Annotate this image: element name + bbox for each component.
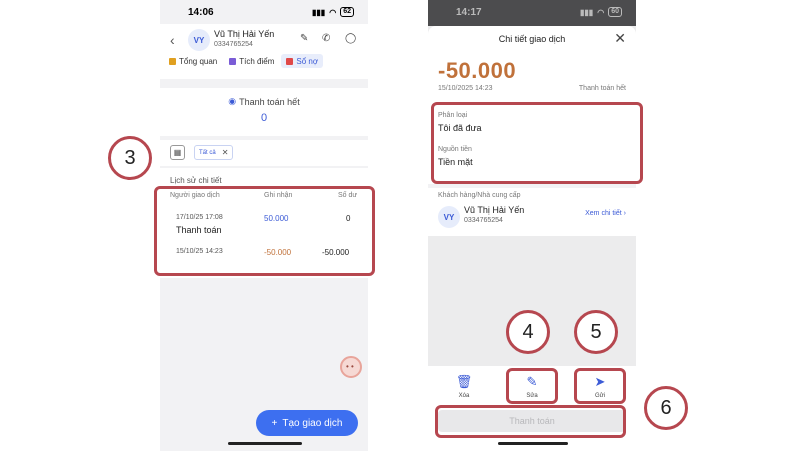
highlight-edit-button <box>506 368 558 404</box>
home-indicator <box>498 442 568 445</box>
signal-icon: ▮▮▮ <box>312 7 326 17</box>
edit-icon[interactable]: ✎ <box>300 33 308 44</box>
contact-header: ‹ VY Vũ Thị Hải Yến 0334765254 ✎ ✆ ◯ Tổn… <box>160 24 368 79</box>
filter-chip-label: Tất cả <box>199 149 216 156</box>
close-icon[interactable]: ✕ <box>222 148 229 157</box>
filter-chip[interactable]: Tất cả ✕ <box>194 145 234 160</box>
summary-value: 0 <box>260 112 268 124</box>
trash-icon: 🗑 <box>455 374 473 389</box>
avatar: VY <box>188 29 210 51</box>
status-bar: 14:17 ▮▮▮ ◠ 60 <box>428 0 636 24</box>
plus-icon: + <box>271 417 278 429</box>
step-badge: 3 <box>108 136 152 180</box>
wifi-icon: ◠ <box>597 7 605 17</box>
step-badge: 6 <box>644 386 688 430</box>
sheet-title: Chi tiết giao dịch <box>498 34 566 44</box>
debt-book-icon <box>286 57 294 65</box>
summary-label-row: ◉ Thanh toán hết <box>160 96 368 107</box>
view-detail-link[interactable]: Xem chi tiết › <box>585 210 626 217</box>
section-divider <box>428 184 636 188</box>
signal-icon: ▮▮▮ <box>580 7 594 17</box>
calendar-icon[interactable]: ▦ <box>170 145 185 160</box>
tab-bar: Tổng quan Tích điểm Sổ nợ <box>164 54 324 68</box>
avatar: VY <box>438 206 460 228</box>
points-icon <box>229 57 237 65</box>
wifi-icon: ◠ <box>329 7 337 17</box>
view-detail-label: Xem chi tiết <box>585 210 622 217</box>
partner-label: Khách hàng/Nhà cung cấp <box>438 192 521 199</box>
transaction-date: 15/10/2025 14:23 <box>438 85 493 92</box>
battery-icon: 60 <box>608 7 622 17</box>
status-bar: 14:06 ▮▮▮ ◠ 62 <box>160 0 368 24</box>
highlight-transaction-fields <box>431 102 643 184</box>
tab-label: Tích điểm <box>239 56 275 66</box>
transaction-amount: -50.000 <box>438 58 517 83</box>
highlight-history-rows <box>154 186 375 276</box>
tab-label: Sổ nợ <box>296 56 319 66</box>
status-icons: ▮▮▮ ◠ 60 <box>580 7 622 17</box>
back-arrow-icon[interactable]: ‹ <box>170 32 175 48</box>
coins-icon: ◉ <box>228 96 237 106</box>
step-badge: 4 <box>506 310 550 354</box>
battery-icon: 62 <box>340 7 354 17</box>
history-title: Lịch sử chi tiết <box>170 176 222 185</box>
partner-name: Vũ Thị Hải Yến <box>464 205 525 215</box>
status-time: 14:17 <box>456 6 482 18</box>
close-icon[interactable]: ✕ <box>614 30 626 47</box>
tutorial-canvas: 14:06 ▮▮▮ ◠ 62 ‹ VY Vũ Thị Hải Yến 03347… <box>0 0 800 451</box>
highlight-pay-button <box>435 405 626 438</box>
status-icons: ▮▮▮ ◠ 62 <box>312 7 354 17</box>
home-indicator <box>228 442 302 445</box>
tab-points[interactable]: Tích điểm <box>224 54 279 68</box>
summary-card: ◉ Thanh toán hết 0 <box>160 88 368 136</box>
partner-phone: 0334765254 <box>464 217 503 224</box>
delete-label: Xóa <box>458 393 470 399</box>
contact-name: Vũ Thị Hải Yến <box>214 29 275 39</box>
status-time: 14:06 <box>188 6 214 18</box>
create-transaction-button[interactable]: + Tạo giao dịch <box>256 410 358 436</box>
tab-label: Tổng quan <box>179 56 218 66</box>
chat-icon[interactable]: ◯ <box>345 33 356 44</box>
mascot-face-icon: • • <box>346 362 354 371</box>
contact-phone: 0334765254 <box>214 41 253 48</box>
overview-icon <box>169 57 176 65</box>
tab-debt-book[interactable]: Sổ nợ <box>281 54 324 68</box>
transaction-status: Thanh toán hết <box>578 85 626 92</box>
phone-icon[interactable]: ✆ <box>322 33 330 44</box>
highlight-send-button <box>574 368 626 404</box>
tab-overview[interactable]: Tổng quan <box>164 54 222 68</box>
delete-button[interactable]: 🗑 Xóa <box>444 374 484 399</box>
create-transaction-label: Tạo giao dịch <box>282 417 343 429</box>
summary-label: Thanh toán hết <box>239 96 300 107</box>
step-badge: 5 <box>574 310 618 354</box>
chevron-right-icon: › <box>623 210 626 217</box>
filter-row: ▦ Tất cả ✕ <box>160 140 368 166</box>
